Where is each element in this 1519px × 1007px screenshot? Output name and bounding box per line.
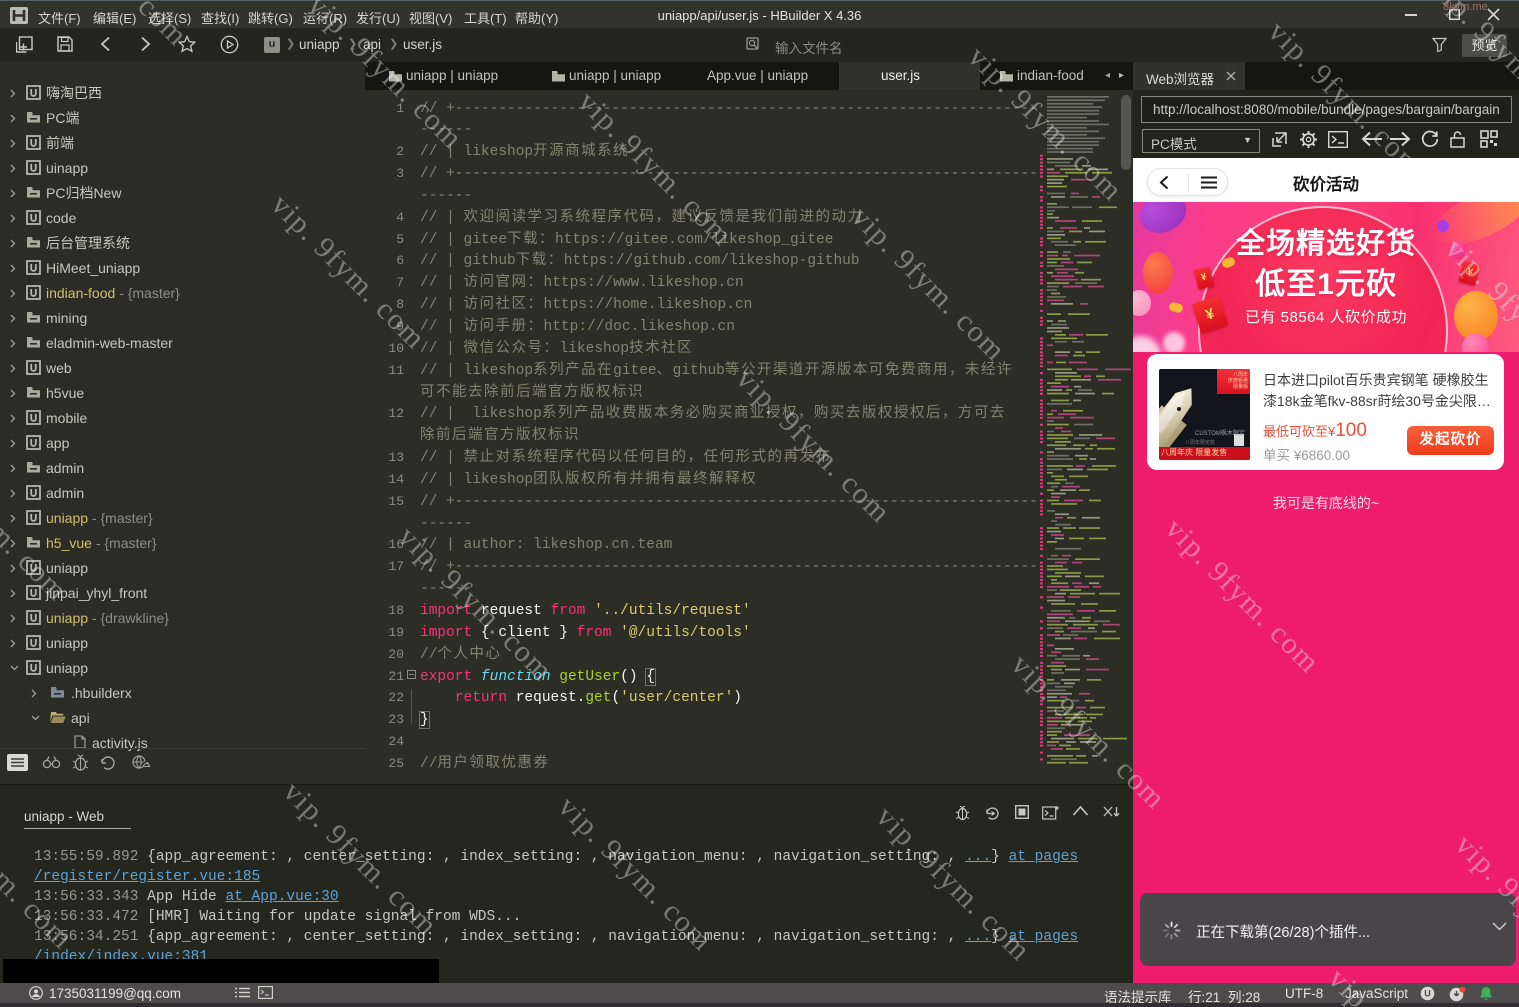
svg-text:U: U: [1424, 989, 1431, 999]
